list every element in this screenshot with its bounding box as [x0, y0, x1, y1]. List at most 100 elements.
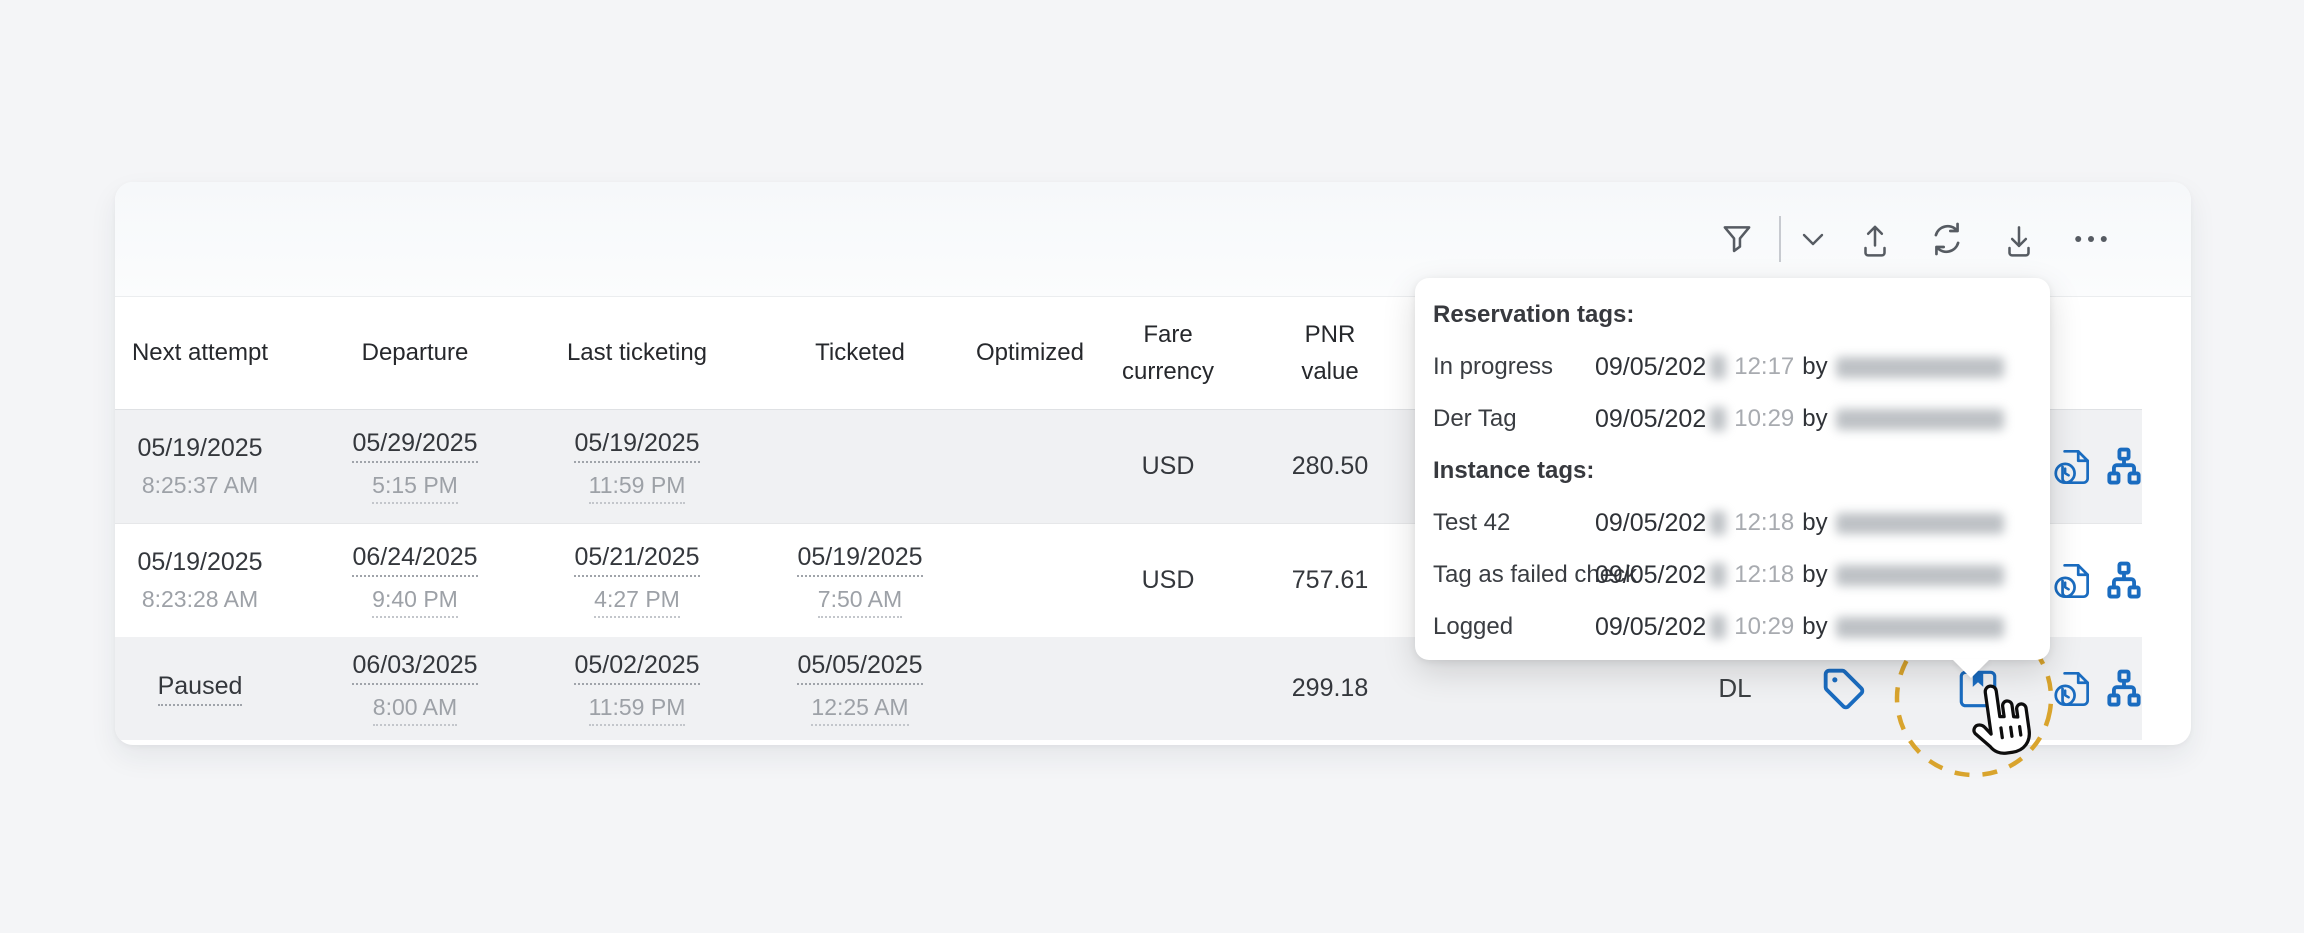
next-attempt-time: 8:23:28 AM: [142, 586, 258, 613]
last-ticketing-time[interactable]: 4:27 PM: [594, 586, 680, 618]
departure-time[interactable]: 8:00 AM: [373, 694, 457, 726]
header-pnr-value[interactable]: PNR value: [1247, 297, 1413, 409]
by-label: by: [1802, 613, 1827, 641]
download-icon: [2000, 220, 2038, 258]
last-ticketing-date[interactable]: 05/21/2025: [574, 543, 699, 577]
header-departure[interactable]: Departure: [332, 297, 498, 409]
cell-pnr-value: 757.61: [1247, 524, 1413, 637]
departure-time[interactable]: 5:15 PM: [372, 472, 458, 504]
status-paused[interactable]: Paused: [158, 672, 243, 706]
toolbar-divider: [1779, 216, 1781, 262]
last-ticketing-date[interactable]: 05/02/2025: [574, 651, 699, 685]
ticketed-time[interactable]: 7:50 AM: [818, 586, 902, 618]
ticketed-date[interactable]: 05/19/2025: [797, 543, 922, 577]
last-ticketing-time[interactable]: 11:59 PM: [589, 694, 686, 726]
cell-last-ticketing: 05/19/2025 11:59 PM: [554, 410, 720, 523]
sitemap-button[interactable]: [2098, 410, 2150, 523]
departure-time[interactable]: 9:40 PM: [372, 586, 458, 618]
tooltip-row: Der Tag 09/05/202 10:29 by: [1415, 393, 2050, 445]
by-label: by: [1802, 405, 1827, 433]
tooltip-row: Logged 09/05/202 10:29 by: [1415, 601, 2050, 653]
tag-time: 10:29: [1734, 405, 1794, 433]
refresh-button[interactable]: [1911, 203, 1983, 275]
sitemap-button[interactable]: [2098, 637, 2150, 740]
cell-ticketed: 05/05/2025 12:25 AM: [777, 637, 943, 740]
upload-icon: [1856, 220, 1894, 258]
sitemap-button[interactable]: [2098, 524, 2150, 637]
pnr-value: 280.50: [1292, 452, 1368, 481]
document-history-button[interactable]: [2047, 637, 2099, 740]
tooltip-row: In progress 09/05/202 12:17 by: [1415, 341, 2050, 393]
redacted-user-name: [1836, 565, 2004, 586]
cell-last-ticketing: 05/21/2025 4:27 PM: [554, 524, 720, 637]
refresh-icon: [1927, 219, 1967, 259]
tag-time: 10:29: [1734, 613, 1794, 641]
tag-time: 12:18: [1734, 561, 1794, 589]
tag-date: 09/05/202: [1595, 561, 1706, 590]
page: Next attempt Departure Last ticketing Ti…: [0, 0, 2304, 933]
departure-date[interactable]: 05/29/2025: [352, 429, 477, 463]
tag-time: 12:17: [1734, 353, 1794, 381]
airline-code-value: DL: [1718, 673, 1751, 704]
tags-tooltip: Reservation tags: In progress 09/05/202 …: [1415, 278, 2050, 660]
redacted-year-digit: [1710, 615, 1726, 639]
document-history-icon: [2050, 444, 2096, 490]
cell-departure: 05/29/2025 5:15 PM: [332, 410, 498, 523]
fare-currency-value: USD: [1142, 452, 1195, 481]
header-label: Optimized: [976, 334, 1084, 371]
redacted-user-name: [1836, 513, 2004, 534]
departure-date[interactable]: 06/03/2025: [352, 651, 477, 685]
header-label: Ticketed: [815, 334, 905, 371]
tag-label: Der Tag: [1433, 405, 1581, 433]
document-history-button[interactable]: [2047, 410, 2099, 523]
document-history-button[interactable]: [2047, 524, 2099, 637]
cell-fare-currency: USD: [1085, 524, 1251, 637]
tag-label: Tag as failed check: [1433, 561, 1581, 589]
tooltip-row: Test 42 09/05/202 12:18 by: [1415, 497, 2050, 549]
cell-pnr-value: 299.18: [1247, 637, 1413, 740]
header-last-ticketing[interactable]: Last ticketing: [554, 297, 720, 409]
tag-label: In progress: [1433, 353, 1581, 381]
redacted-user-name: [1836, 409, 2004, 430]
tag-label: Test 42: [1433, 509, 1581, 537]
tag-time: 12:18: [1734, 509, 1794, 537]
redacted-year-digit: [1710, 511, 1726, 535]
filter-icon: [1718, 220, 1756, 258]
cell-next-attempt: Paused: [115, 637, 285, 740]
instance-tags-title: Instance tags:: [1433, 457, 1594, 485]
header-label: Fare currency: [1107, 316, 1229, 390]
last-ticketing-time[interactable]: 11:59 PM: [589, 472, 686, 504]
filter-dropdown-button[interactable]: [1787, 203, 1839, 275]
tag-date: 09/05/202: [1595, 405, 1706, 434]
sitemap-icon: [2102, 559, 2146, 603]
header-next-attempt[interactable]: Next attempt: [115, 297, 285, 409]
last-ticketing-date[interactable]: 05/19/2025: [574, 429, 699, 463]
filter-button[interactable]: [1701, 203, 1773, 275]
by-label: by: [1802, 561, 1827, 589]
redacted-year-digit: [1710, 563, 1726, 587]
cell-pnr-value: 280.50: [1247, 410, 1413, 523]
cell-departure: 06/03/2025 8:00 AM: [332, 637, 498, 740]
tag-label: Logged: [1433, 613, 1581, 641]
upload-button[interactable]: [1839, 203, 1911, 275]
pnr-value: 299.18: [1292, 674, 1368, 703]
header-label: Next attempt: [132, 334, 268, 371]
redacted-user-name: [1836, 357, 2004, 378]
ticketed-date[interactable]: 05/05/2025: [797, 651, 922, 685]
tag-icon: [1822, 667, 1866, 711]
cell-fare-currency: USD: [1085, 410, 1251, 523]
redacted-user-name: [1836, 617, 2004, 638]
document-history-icon: [2050, 558, 2096, 604]
departure-date[interactable]: 06/24/2025: [352, 543, 477, 577]
download-button[interactable]: [1983, 203, 2055, 275]
sitemap-icon: [2102, 667, 2146, 711]
header-fare-currency[interactable]: Fare currency: [1085, 297, 1251, 409]
header-ticketed[interactable]: Ticketed: [777, 297, 943, 409]
tooltip-row: Tag as failed check 09/05/202 12:18 by: [1415, 549, 2050, 601]
tooltip-section-title: Reservation tags:: [1415, 289, 2050, 341]
more-actions-button[interactable]: [2055, 203, 2127, 275]
ticketed-time[interactable]: 12:25 AM: [811, 694, 908, 726]
more-ellipsis-icon: [2071, 219, 2111, 259]
cell-ticketed: 05/19/2025 7:50 AM: [777, 524, 943, 637]
by-label: by: [1802, 509, 1827, 537]
